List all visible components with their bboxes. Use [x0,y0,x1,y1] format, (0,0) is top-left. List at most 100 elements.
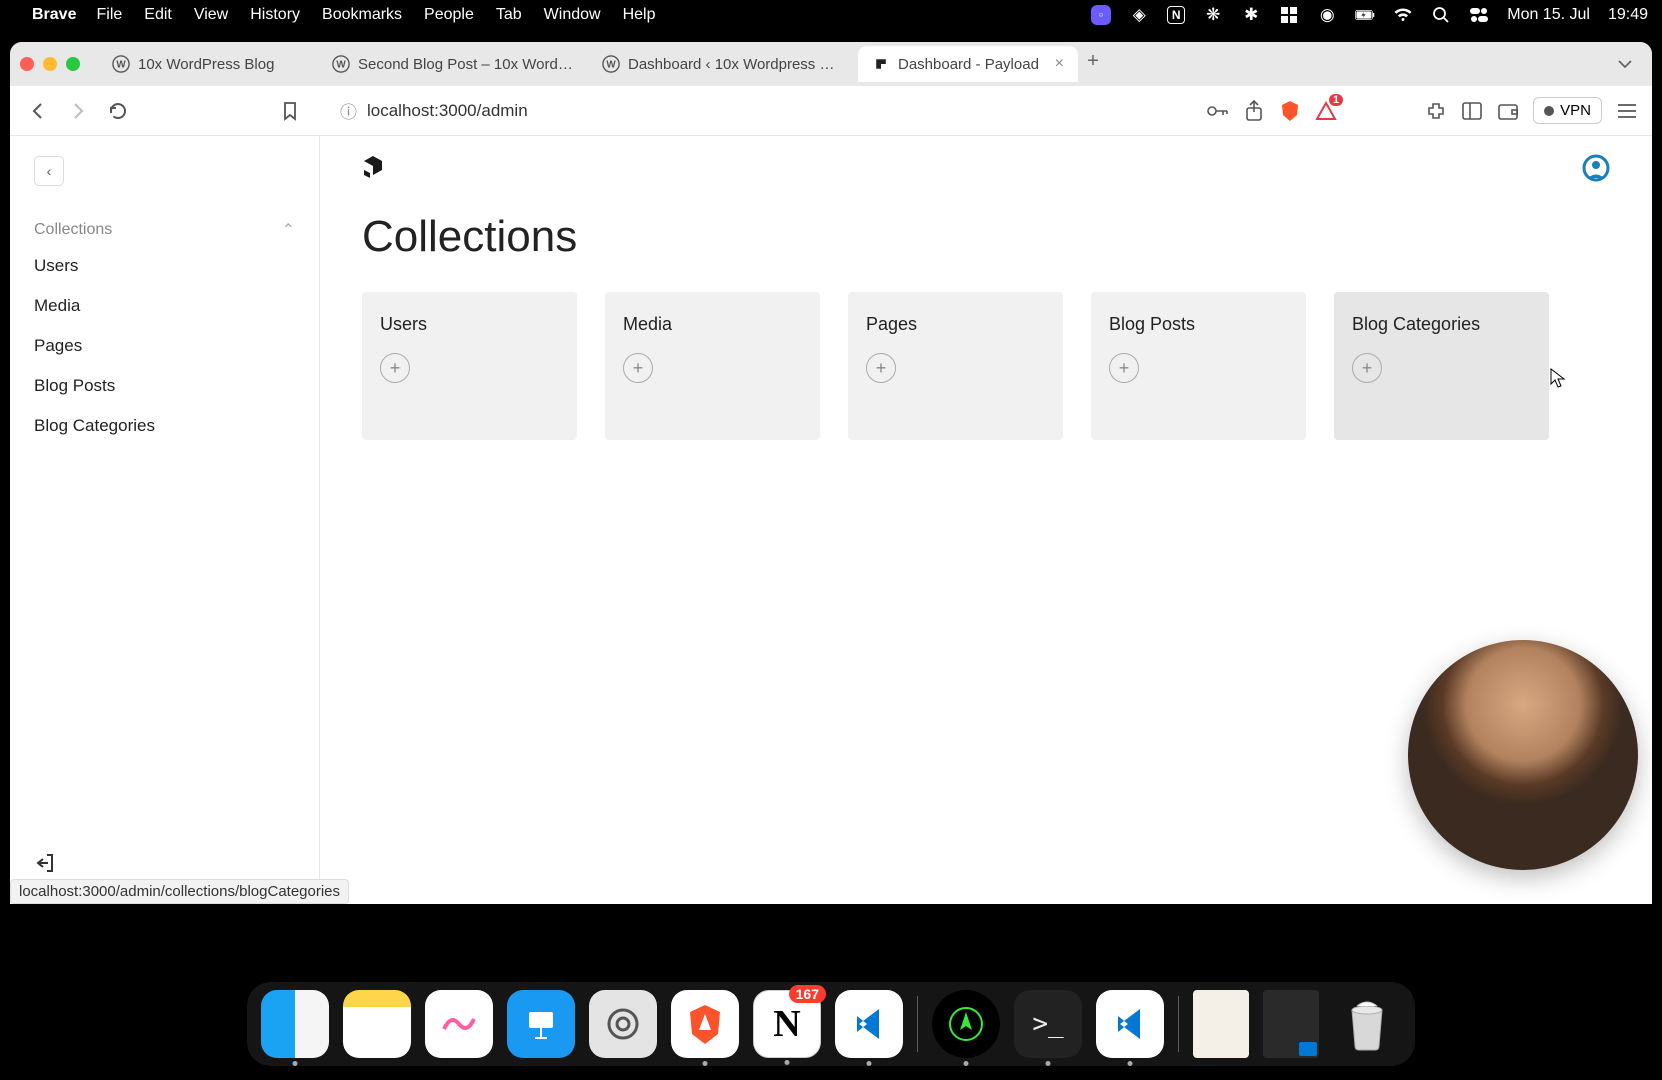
tab-overflow-button[interactable] [1608,60,1642,68]
wifi-icon[interactable] [1393,5,1413,25]
grid-icon[interactable] [1279,5,1299,25]
menu-help[interactable]: Help [623,6,656,24]
dock-trash[interactable] [1333,990,1401,1058]
logout-icon[interactable] [34,852,295,874]
macos-menubar: Brave File Edit View History Bookmarks P… [0,0,1662,30]
svg-text:W: W [606,60,616,71]
battery-icon[interactable] [1355,5,1375,25]
tab-title: Dashboard - Payload [898,56,1047,73]
user-status-icon[interactable]: ◉ [1317,5,1337,25]
diamond-icon[interactable]: ◈ [1129,5,1149,25]
tab-title: 10x WordPress Blog [138,56,304,73]
dock-vscode-2[interactable] [1096,990,1164,1058]
gear-status-icon[interactable]: ✱ [1241,5,1261,25]
card-pages[interactable]: Pages + [848,292,1063,440]
tabs: W 10x WordPress Blog W Second Blog Post … [98,46,1608,82]
chevron-up-icon: ⌃ [282,220,295,240]
password-icon[interactable] [1207,100,1229,122]
reload-button[interactable] [104,97,132,125]
tab-4-active[interactable]: Dashboard - Payload × [858,46,1078,82]
tab-3[interactable]: W Dashboard ‹ 10x Wordpress Blog ... [588,46,858,82]
dock-notes[interactable] [343,990,411,1058]
card-add-button[interactable]: + [1109,353,1139,383]
browser-toolbar: ⓘ localhost:3000/admin 1 VPN [10,86,1652,136]
dock-separator [917,996,918,1052]
dock-brave[interactable] [671,990,739,1058]
sidebar-item-pages[interactable]: Pages [10,326,319,366]
nbc-icon[interactable]: ❋ [1203,5,1223,25]
card-media[interactable]: Media + [605,292,820,440]
admin-sidebar: ‹ Collections ⌃ Users Media Pages Blog P… [10,136,320,904]
sidebar-item-media[interactable]: Media [10,286,319,326]
menubar-time[interactable]: 19:49 [1608,6,1648,24]
window-minimize-button[interactable] [43,57,57,71]
site-info-icon[interactable]: ⓘ [340,98,357,123]
card-blog-categories[interactable]: Blog Categories + [1334,292,1549,440]
payload-logo-icon[interactable] [362,155,388,181]
app-name[interactable]: Brave [32,6,76,24]
bookmark-button[interactable] [276,97,304,125]
card-add-button[interactable]: + [623,353,653,383]
dock-compass[interactable] [932,990,1000,1058]
tab-strip: W 10x WordPress Blog W Second Blog Post … [10,42,1652,86]
dock-settings[interactable] [589,990,657,1058]
share-icon[interactable] [1243,100,1265,122]
address-bar[interactable]: ⓘ localhost:3000/admin [326,93,1185,129]
brave-shield-icon[interactable] [1279,100,1301,122]
vpn-button[interactable]: VPN [1533,97,1602,124]
sidebar-item-users[interactable]: Users [10,246,319,286]
dock-doc-2[interactable] [1263,990,1319,1058]
user-account-button[interactable] [1582,154,1610,182]
menu-view[interactable]: View [194,6,228,24]
tab-2[interactable]: W Second Blog Post – 10x WordPres... [318,46,588,82]
menu-edit[interactable]: Edit [144,6,172,24]
dock-freeform[interactable] [425,990,493,1058]
traffic-lights [20,57,80,71]
tab-1[interactable]: W 10x WordPress Blog [98,46,318,82]
notion-status-icon[interactable]: N [1167,6,1185,24]
dock-vscode-1[interactable] [835,990,903,1058]
sidebar-group-collections[interactable]: Collections ⌃ [10,214,319,246]
menu-window[interactable]: Window [544,6,601,24]
menu-file[interactable]: File [96,6,122,24]
extensions-icon[interactable] [1425,100,1447,122]
dock-finder[interactable] [261,990,329,1058]
tab-title: Dashboard ‹ 10x Wordpress Blog ... [628,56,844,73]
card-add-button[interactable]: + [380,353,410,383]
window-close-button[interactable] [20,57,34,71]
back-button[interactable] [24,97,52,125]
menu-people[interactable]: People [424,6,474,24]
search-icon[interactable] [1431,5,1451,25]
dock-keynote[interactable] [507,990,575,1058]
tab-close-icon[interactable]: × [1055,55,1064,73]
forward-button[interactable] [64,97,92,125]
card-add-button[interactable]: + [1352,353,1382,383]
sidebar-toggle-icon[interactable] [1461,100,1483,122]
sidebar-item-blog-posts[interactable]: Blog Posts [10,366,319,406]
dock-doc-1[interactable] [1193,990,1249,1058]
sidebar-collapse-button[interactable]: ‹ [34,156,64,186]
card-label: Media [623,314,802,335]
menubar-date[interactable]: Mon 15. Jul [1507,6,1590,24]
dock-separator [1178,996,1179,1052]
menu-tab[interactable]: Tab [496,6,522,24]
vpn-label: VPN [1560,102,1591,119]
notification-badge: 1 [1329,94,1343,106]
card-add-button[interactable]: + [866,353,896,383]
screenshare-icon[interactable] [1091,5,1111,25]
dock-notion[interactable]: N167 [753,990,821,1058]
control-center-icon[interactable] [1469,5,1489,25]
card-blog-posts[interactable]: Blog Posts + [1091,292,1306,440]
menu-history[interactable]: History [250,6,300,24]
dock-terminal[interactable]: >_ [1014,990,1082,1058]
hamburger-menu-icon[interactable] [1616,100,1638,122]
tab-title: Second Blog Post – 10x WordPres... [358,56,574,73]
sidebar-item-blog-categories[interactable]: Blog Categories [10,406,319,446]
menu-bookmarks[interactable]: Bookmarks [322,6,402,24]
wordpress-favicon-icon: W [332,55,350,73]
brave-rewards-icon[interactable]: 1 [1315,100,1337,122]
new-tab-button[interactable]: + [1078,46,1108,76]
card-users[interactable]: Users + [362,292,577,440]
wallet-icon[interactable] [1497,100,1519,122]
window-maximize-button[interactable] [66,57,80,71]
